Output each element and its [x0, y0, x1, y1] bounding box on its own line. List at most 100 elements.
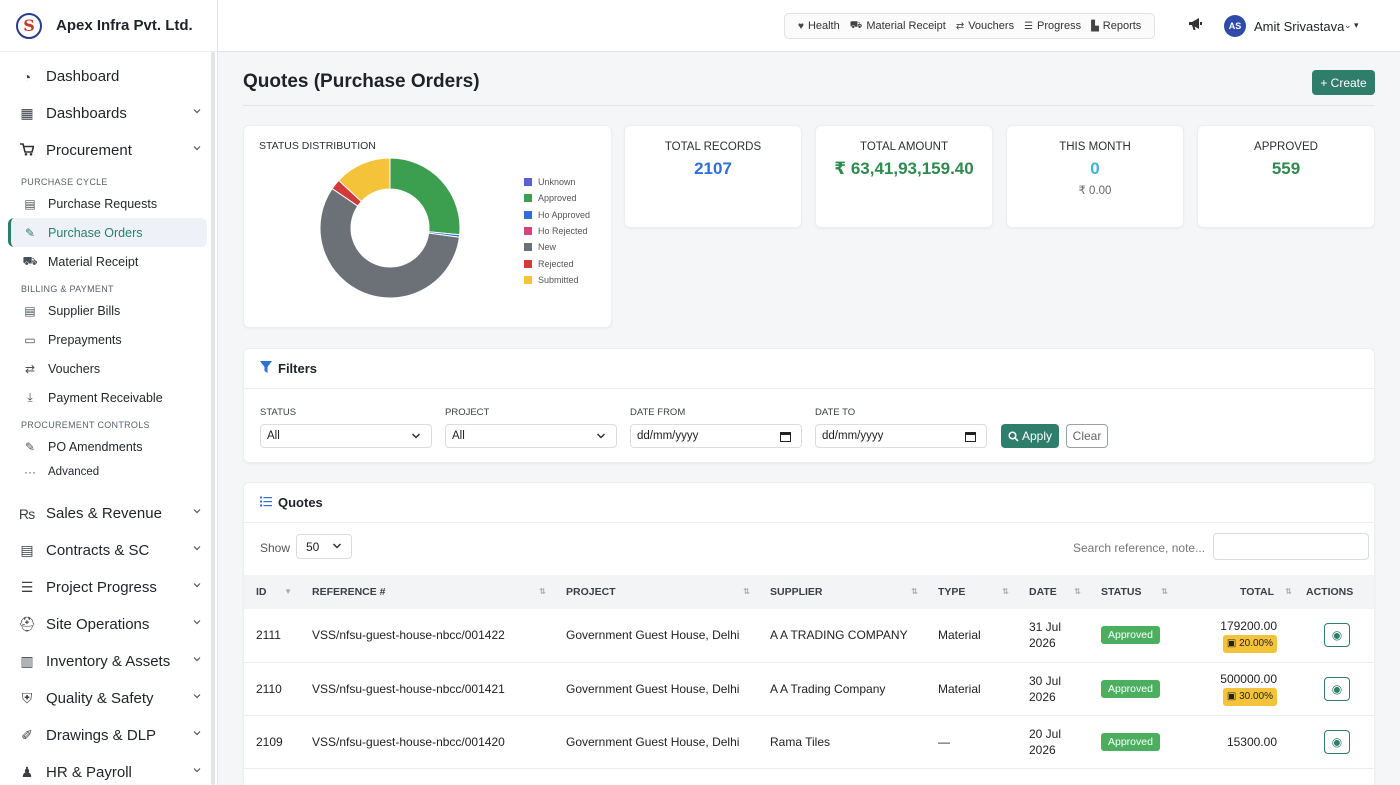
- user-tie-icon: ♟: [20, 764, 34, 780]
- project-filter-label: PROJECT: [445, 407, 490, 418]
- view-button[interactable]: ◉: [1324, 623, 1350, 648]
- sidebar-item-material-receipt[interactable]: ⛟ Material Receipt: [8, 247, 207, 276]
- sidebar-item-purchase-orders[interactable]: ✎ Purchase Orders: [8, 218, 207, 247]
- sidebar-item-sales-revenue[interactable]: ₨ Sales & Revenue: [8, 495, 207, 532]
- date-to-input[interactable]: dd/mm/yyyy: [815, 424, 987, 448]
- sidebar-item-label: Inventory & Assets: [46, 653, 171, 670]
- cell-type: Material: [926, 662, 1017, 716]
- table-row[interactable]: 2109 VSS/nfsu-guest-house-nbcc/001420 Go…: [244, 715, 1374, 769]
- quick-link-progress[interactable]: ☰ Progress: [1024, 20, 1081, 32]
- chevron-down-icon: [193, 546, 201, 551]
- chevron-down-icon: [332, 543, 342, 549]
- legend-item-rejected[interactable]: Rejected: [524, 255, 590, 271]
- date-to-placeholder: dd/mm/yyyy: [822, 430, 884, 442]
- sidebar-item-contracts-sc[interactable]: ▤ Contracts & SC: [8, 532, 207, 569]
- calendar-icon[interactable]: [780, 431, 791, 442]
- legend-label: Ho Approved: [538, 209, 591, 220]
- donut-slice-approved[interactable]: [389, 157, 461, 236]
- quick-link-label: Material Receipt: [866, 20, 946, 32]
- brand[interactable]: S Apex Infra Pvt. Ltd.: [0, 0, 217, 52]
- sidebar-item-payment-receivable[interactable]: ⤓ Payment Receivable: [8, 383, 207, 412]
- quick-link-label: Health: [807, 20, 840, 32]
- column-label: REFERENCE #: [312, 586, 386, 598]
- quick-link-health[interactable]: ♥ Health: [798, 20, 840, 32]
- view-button[interactable]: ◉: [1324, 729, 1350, 754]
- avatar[interactable]: AS: [1224, 15, 1246, 37]
- page-size-select[interactable]: 50: [296, 534, 352, 559]
- status-donut-chart[interactable]: [310, 148, 470, 308]
- page-size-value: 50: [306, 539, 320, 554]
- legend-item-new[interactable]: New: [524, 239, 590, 255]
- sidebar-item-site-operations[interactable]: ⛑ Site Operations: [8, 606, 207, 643]
- column-label: PROJECT: [566, 586, 616, 598]
- quotes-card: Quotes Show 50 Search reference, note...…: [243, 482, 1375, 785]
- sidebar-item-project-progress[interactable]: ☰ Project Progress: [8, 569, 207, 606]
- table-row[interactable]: 2110 VSS/nfsu-guest-house-nbcc/001421 Go…: [244, 662, 1374, 716]
- sidebar-item-prepayments[interactable]: ▭ Prepayments: [8, 325, 207, 354]
- sidebar-item-dashboard[interactable]: ◔ Dashboard: [8, 58, 207, 95]
- legend-item-unknown[interactable]: Unknown: [524, 174, 590, 190]
- hardhat-icon: ⛑: [18, 616, 36, 632]
- sidebar-item-drawings-dlp[interactable]: ✐ Drawings & DLP: [8, 717, 207, 754]
- column-header-total[interactable]: TOTAL ⇅: [1176, 575, 1300, 609]
- create-button[interactable]: + Create: [1312, 70, 1375, 95]
- sidebar-item-label: Site Operations: [46, 616, 150, 633]
- sidebar-item-hr-payroll[interactable]: ♟ HR & Payroll: [8, 754, 207, 785]
- user-name[interactable]: Amit Srivastava: [1254, 19, 1344, 34]
- date-day: 30 Jul: [1029, 673, 1062, 688]
- status-select[interactable]: All: [260, 424, 432, 448]
- date-from-input[interactable]: dd/mm/yyyy: [630, 424, 802, 448]
- compass-drawing-icon: ✐: [21, 727, 33, 743]
- grid-icon: ▦: [20, 105, 34, 121]
- sidebar-item-vouchers[interactable]: ⇄ Vouchers: [8, 354, 207, 383]
- legend-item-ho-rejected[interactable]: Ho Rejected: [524, 223, 590, 239]
- sidebar-item-supplier-bills[interactable]: ▤ Supplier Bills: [8, 296, 207, 325]
- clear-button[interactable]: Clear: [1066, 424, 1108, 448]
- sidebar-scrollbar[interactable]: [211, 52, 215, 785]
- column-header-date[interactable]: DATE ⇅: [1017, 575, 1089, 609]
- status-select-value: All: [267, 430, 280, 442]
- table-row[interactable]: 2111 VSS/nfsu-guest-house-nbcc/001422 Go…: [244, 609, 1374, 663]
- chevron-down-icon[interactable]: ⌄ ▾: [1344, 20, 1359, 31]
- quotes-header: Quotes: [244, 483, 1374, 523]
- column-header-id[interactable]: ID ▼: [244, 575, 300, 609]
- sidebar-item-inventory-assets[interactable]: ▥ Inventory & Assets: [8, 643, 207, 680]
- quotes-title: Quotes: [278, 495, 323, 510]
- cell-date: 20 Jul 2026: [1017, 715, 1089, 769]
- sidebar-item-purchase-requests[interactable]: ▤ Purchase Requests: [8, 189, 207, 218]
- shield-icon: ⛨: [21, 690, 33, 706]
- column-header-project[interactable]: PROJECT ⇅: [554, 575, 758, 609]
- sidebar-item-label: Drawings & DLP: [46, 727, 157, 744]
- legend-label: Submitted: [538, 274, 579, 285]
- sidebar-item-label: PO Amendments: [48, 439, 143, 454]
- column-label: DATE: [1029, 586, 1057, 598]
- megaphone-icon[interactable]: [1188, 17, 1203, 34]
- list-icon: [260, 496, 272, 510]
- sidebar-item-procurement[interactable]: Procurement: [8, 132, 207, 169]
- sidebar-item-quality-safety[interactable]: ⛨ Quality & Safety: [8, 680, 207, 717]
- view-button[interactable]: ◉: [1324, 676, 1350, 701]
- search-input[interactable]: [1213, 533, 1369, 560]
- chevron-down-icon: [193, 657, 201, 662]
- sidebar-item-po-amendments[interactable]: ✎ PO Amendments: [8, 432, 207, 461]
- column-header-status[interactable]: STATUS ⇅: [1089, 575, 1176, 609]
- sidebar-item-label: Material Receipt: [48, 254, 139, 269]
- column-header-supplier[interactable]: SUPPLIER ⇅: [758, 575, 926, 609]
- calendar-icon[interactable]: [965, 431, 976, 442]
- apply-button[interactable]: Apply: [1001, 424, 1059, 448]
- project-select[interactable]: All: [445, 424, 617, 448]
- legend-item-submitted[interactable]: Submitted: [524, 272, 590, 288]
- quick-link-material-receipt[interactable]: ⛟ Material Receipt: [850, 20, 946, 33]
- sidebar-item-advanced[interactable]: ··· Advanced: [8, 461, 207, 483]
- sidebar-item-dashboards[interactable]: ▦ Dashboards: [8, 95, 207, 132]
- sidebar-item-label: Supplier Bills: [48, 303, 121, 318]
- quick-link-reports[interactable]: ▙ Reports: [1091, 20, 1141, 32]
- sidebar-item-label: Dashboard: [46, 68, 120, 85]
- legend-item-approved[interactable]: Approved: [524, 190, 590, 206]
- legend-item-ho-approved[interactable]: Ho Approved: [524, 207, 590, 223]
- column-header-type[interactable]: TYPE ⇅: [926, 575, 1017, 609]
- quick-link-vouchers[interactable]: ⇄ Vouchers: [956, 20, 1014, 32]
- sidebar-item-label: Payment Receivable: [48, 390, 163, 405]
- column-header-reference[interactable]: REFERENCE # ⇅: [300, 575, 554, 609]
- stat-approved: APPROVED 559: [1197, 125, 1375, 228]
